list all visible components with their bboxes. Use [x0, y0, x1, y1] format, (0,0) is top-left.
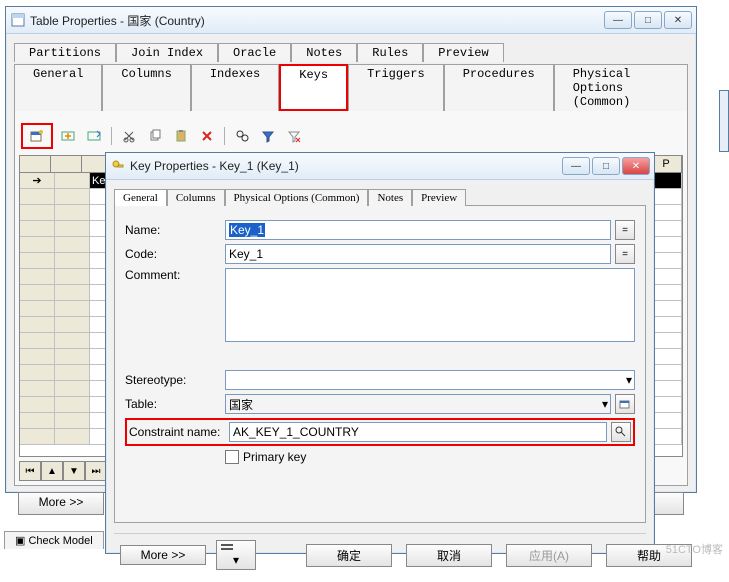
- comment-label: Comment:: [125, 268, 225, 282]
- tab-preview[interactable]: Preview: [423, 43, 503, 62]
- check-icon: ▣: [15, 535, 28, 547]
- insert-row-icon[interactable]: [57, 125, 79, 147]
- close-button[interactable]: ✕: [622, 157, 650, 175]
- copy-icon[interactable]: [144, 125, 166, 147]
- tab-physical-options[interactable]: Physical Options (Common): [554, 64, 688, 111]
- tabs-row-2: General Columns Indexes Keys Triggers Pr…: [14, 63, 688, 110]
- code-input[interactable]: Key_1: [225, 244, 611, 264]
- tab-keys[interactable]: Keys: [279, 64, 348, 111]
- tab-key-preview[interactable]: Preview: [412, 189, 466, 206]
- tab-indexes[interactable]: Indexes: [191, 64, 279, 111]
- key-title: Key Properties - Key_1 (Key_1): [130, 159, 562, 173]
- cut-icon[interactable]: [118, 125, 140, 147]
- properties-icon[interactable]: [21, 123, 53, 149]
- maximize-button[interactable]: □: [634, 11, 662, 29]
- more-button[interactable]: More >>: [18, 492, 104, 515]
- name-label: Name:: [125, 223, 225, 237]
- tab-partitions[interactable]: Partitions: [14, 43, 116, 62]
- key-properties-window: Key Properties - Key_1 (Key_1) — □ ✕ Gen…: [105, 152, 655, 554]
- side-panel-sliver: [719, 90, 729, 152]
- minimize-button[interactable]: —: [604, 11, 632, 29]
- apply-button[interactable]: 应用(A): [506, 544, 592, 567]
- primary-key-label: Primary key: [243, 450, 306, 464]
- tab-key-physical[interactable]: Physical Options (Common): [225, 189, 369, 206]
- comment-textarea[interactable]: [225, 268, 635, 342]
- customize-button[interactable]: ▾: [216, 540, 256, 570]
- name-equals-button[interactable]: =: [615, 220, 635, 240]
- key-icon: [110, 158, 126, 174]
- nav-last-icon[interactable]: ⏭: [85, 461, 107, 481]
- table-title: Table Properties - 国家 (Country): [30, 12, 604, 29]
- tab-join-index[interactable]: Join Index: [116, 43, 218, 62]
- primary-key-checkbox[interactable]: Primary key: [225, 450, 635, 464]
- stereotype-label: Stereotype:: [125, 373, 225, 387]
- table-browse-button[interactable]: [615, 394, 635, 414]
- paste-icon[interactable]: [170, 125, 192, 147]
- filter-icon[interactable]: [257, 125, 279, 147]
- grid-head-p[interactable]: P: [651, 156, 682, 172]
- keys-toolbar: [19, 121, 683, 151]
- chevron-down-icon: ▾: [602, 397, 608, 411]
- grid-rownum-head: [51, 156, 82, 172]
- tab-procedures[interactable]: Procedures: [444, 64, 554, 111]
- row-num: [55, 173, 90, 189]
- table-label: Table:: [125, 397, 225, 411]
- key-footer: More >> ▾ 确定 取消 应用(A) 帮助: [114, 533, 646, 576]
- tab-oracle[interactable]: Oracle: [218, 43, 291, 62]
- add-row-icon[interactable]: [83, 125, 105, 147]
- constraint-label: Constraint name:: [129, 425, 229, 439]
- code-label: Code:: [125, 247, 225, 261]
- ok-button[interactable]: 确定: [306, 544, 392, 567]
- watermark-text: 51CTO博客: [666, 541, 723, 557]
- row-indicator-icon: ➔: [20, 173, 55, 189]
- tab-notes[interactable]: Notes: [291, 43, 357, 62]
- checkbox-icon: [225, 450, 239, 464]
- tab-key-notes[interactable]: Notes: [368, 189, 412, 206]
- find-icon[interactable]: [231, 125, 253, 147]
- key-tabs: General Columns Physical Options (Common…: [114, 188, 646, 205]
- chevron-down-icon: ▾: [626, 373, 632, 387]
- document-tab-check-model[interactable]: ▣ Check Model: [4, 531, 104, 549]
- more-button[interactable]: More >>: [120, 545, 206, 565]
- table-titlebar[interactable]: Table Properties - 国家 (Country) — □ ✕: [6, 7, 696, 34]
- table-icon: [10, 12, 26, 28]
- maximize-button[interactable]: □: [592, 157, 620, 175]
- grid-corner[interactable]: [20, 156, 51, 172]
- name-input[interactable]: Key_1: [225, 220, 611, 240]
- tab-columns[interactable]: Columns: [102, 64, 190, 111]
- key-titlebar[interactable]: Key Properties - Key_1 (Key_1) — □ ✕: [106, 153, 654, 180]
- minimize-button[interactable]: —: [562, 157, 590, 175]
- tabs-row-1: Partitions Join Index Oracle Notes Rules…: [14, 42, 688, 61]
- table-field: 国家 ▾: [225, 394, 611, 414]
- tab-rules[interactable]: Rules: [357, 43, 423, 62]
- constraint-name-input[interactable]: AK_KEY_1_COUNTRY: [229, 422, 607, 442]
- nav-next-icon[interactable]: ▼: [63, 461, 85, 481]
- filter-clear-icon[interactable]: [283, 125, 305, 147]
- tab-key-general[interactable]: General: [114, 189, 167, 206]
- tab-triggers[interactable]: Triggers: [348, 64, 444, 111]
- tab-key-columns[interactable]: Columns: [167, 189, 225, 206]
- stereotype-select[interactable]: ▾: [225, 370, 635, 390]
- nav-prev-icon[interactable]: ▲: [41, 461, 63, 481]
- code-equals-button[interactable]: =: [615, 244, 635, 264]
- tab-general[interactable]: General: [14, 64, 102, 111]
- delete-icon[interactable]: [196, 125, 218, 147]
- cancel-button[interactable]: 取消: [406, 544, 492, 567]
- nav-first-icon[interactable]: ⏮: [19, 461, 41, 481]
- close-button[interactable]: ✕: [664, 11, 692, 29]
- constraint-action-button[interactable]: [611, 422, 631, 442]
